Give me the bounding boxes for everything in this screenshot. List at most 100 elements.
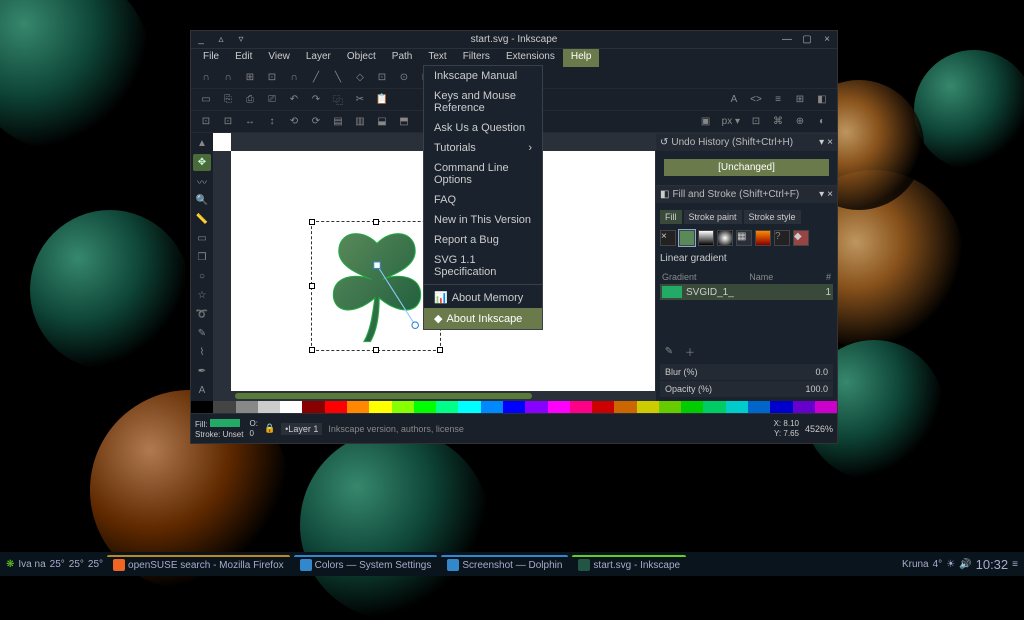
palette-swatch[interactable] [681,401,703,413]
save-icon[interactable]: ⎙ [241,91,259,109]
menu-path[interactable]: Path [384,49,421,67]
titlebar[interactable]: _ ▵ ▿ start.svg - Inkscape — ▢ × [191,31,837,49]
tweak-tool[interactable]: 〰 [193,173,211,190]
clock[interactable]: 10:32 [976,557,1009,572]
restore2-button[interactable]: ▿ [231,33,251,47]
paint-none[interactable]: × [660,230,676,246]
handle-left[interactable] [309,283,315,289]
palette-swatch[interactable] [392,401,414,413]
palette-swatch[interactable] [302,401,324,413]
spiral-tool[interactable]: ➰ [193,306,211,323]
xml-icon[interactable]: <> [747,91,765,109]
volume-icon[interactable]: 🔊 [959,559,971,570]
palette-swatch[interactable] [703,401,725,413]
paint-flat[interactable] [679,230,695,246]
fill-swatch[interactable] [210,419,240,427]
cut-icon[interactable]: ✂ [351,91,369,109]
panel-menu-icon[interactable]: ▾ [819,189,824,200]
palette-swatch[interactable] [748,401,770,413]
zoom-tool[interactable]: 🔍 [193,192,211,209]
paste-icon[interactable]: 📋 [373,91,391,109]
clover-shape[interactable] [322,227,432,347]
prefs-icon[interactable]: ⊞ [791,91,809,109]
help-faq[interactable]: FAQ [424,190,542,210]
help-tutorials[interactable]: Tutorials [424,138,542,158]
palette-swatch[interactable] [548,401,570,413]
panel-close-icon[interactable]: × [827,189,833,200]
help-manual[interactable]: Inkscape Manual [424,66,542,86]
menu-file[interactable]: File [195,49,227,67]
snap-icon[interactable]: ∩ [197,69,215,87]
pencil-tool[interactable]: ✎ [193,325,211,342]
snap-e-icon[interactable]: ∩ [285,69,303,87]
palette-swatch[interactable] [414,401,436,413]
maximize-button[interactable]: ▢ [797,33,817,47]
text-tool[interactable]: A [193,382,211,399]
text-a-icon[interactable]: A [725,91,743,109]
minimize2-button[interactable]: — [777,33,797,47]
handle-bottom[interactable] [373,347,379,353]
menu-edit[interactable]: Edit [227,49,260,67]
node-tool[interactable]: ✥ [193,154,211,171]
palette-swatch[interactable] [458,401,480,413]
help-about-inkscape[interactable]: ◆About Inkscape [424,308,542,329]
tc6-icon[interactable]: ⟳ [307,113,325,131]
palette-swatch[interactable] [815,401,837,413]
help-new[interactable]: New in This Version [424,210,542,230]
menu-help[interactable]: Help [563,49,600,67]
open-icon[interactable]: ⎘ [219,91,237,109]
selection-bbox[interactable] [311,221,441,351]
measure-tool[interactable]: 📏 [193,211,211,228]
palette-swatch[interactable] [280,401,302,413]
panel-menu-icon[interactable]: ▾ [819,137,824,148]
task-inkscape[interactable]: start.svg - Inkscape [572,555,686,573]
tc14-icon[interactable]: ⊕ [791,113,809,131]
tab-fill[interactable]: Fill [660,210,682,224]
palette-swatch[interactable] [191,401,213,413]
scrollbar-horizontal[interactable] [231,391,655,401]
unit-px[interactable]: px ▾ [719,113,743,131]
palette-swatch[interactable] [325,401,347,413]
docprops-icon[interactable]: ◧ [813,91,831,109]
redo-icon[interactable]: ↷ [307,91,325,109]
handle-bottom-left[interactable] [309,347,315,353]
align-icon[interactable]: ≡ [769,91,787,109]
snap-i-icon[interactable]: ⊡ [373,69,391,87]
tc13-icon[interactable]: ⌘ [769,113,787,131]
palette-swatch[interactable] [793,401,815,413]
tab-stroke-paint[interactable]: Stroke paint [684,210,742,224]
snap-c-icon[interactable]: ⊞ [241,69,259,87]
palette-swatch[interactable] [213,401,235,413]
minimize-button[interactable]: _ [191,33,211,47]
tc8-icon[interactable]: ▥ [351,113,369,131]
tc12-icon[interactable]: ⊡ [747,113,765,131]
palette-swatch[interactable] [436,401,458,413]
undo-icon[interactable]: ↶ [285,91,303,109]
opacity-o-value[interactable]: 0 [249,429,257,438]
circle-tool[interactable]: ○ [193,268,211,285]
help-ask[interactable]: Ask Us a Question [424,118,542,138]
tab-stroke-style[interactable]: Stroke style [744,210,801,224]
tc2-icon[interactable]: ⊡ [219,113,237,131]
selector-tool[interactable]: ▲ [193,135,211,152]
restore-button[interactable]: ▵ [211,33,231,47]
palette-swatch[interactable] [369,401,391,413]
start-icon[interactable]: ❋ [6,559,14,570]
palette-swatch[interactable] [570,401,592,413]
fill-stroke-header[interactable]: ◧ Fill and Stroke (Shift+Ctrl+F) ▾ × [656,185,837,203]
user-label[interactable]: Iva na [18,559,45,570]
calligraphy-tool[interactable]: ✒ [193,363,211,380]
menu-layer[interactable]: Layer [298,49,339,67]
undo-item-unchanged[interactable]: [Unchanged] [664,159,829,176]
tc5-icon[interactable]: ⟲ [285,113,303,131]
zoom-value[interactable]: 4526% [805,424,833,434]
task-firefox[interactable]: openSUSE search - Mozilla Firefox [107,555,290,573]
layer-lock-icon[interactable]: 🔒 [264,423,275,434]
palette-swatch[interactable] [770,401,792,413]
snap-j-icon[interactable]: ⊙ [395,69,413,87]
tc3-icon[interactable]: ↔ [241,113,259,131]
rect-tool[interactable]: ▭ [193,230,211,247]
tc1-icon[interactable]: ⊡ [197,113,215,131]
opacity-value[interactable]: 100.0 [805,384,828,394]
handle-top[interactable] [373,219,379,225]
